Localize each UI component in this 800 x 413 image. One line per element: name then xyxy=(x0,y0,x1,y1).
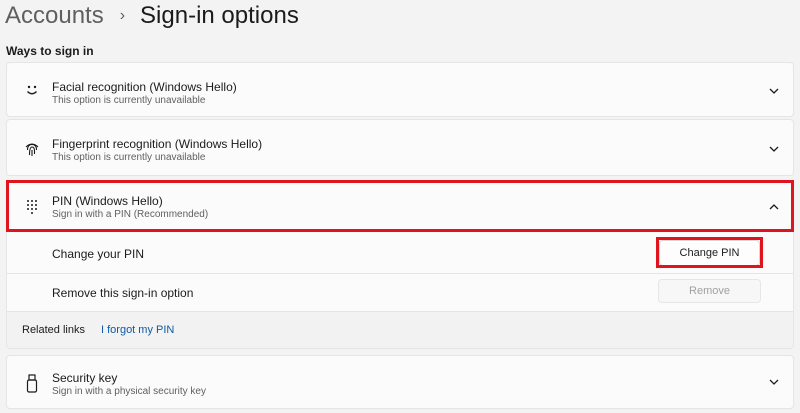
chevron-up-icon[interactable] xyxy=(767,200,781,214)
chevron-down-icon[interactable] xyxy=(767,84,781,98)
usb-key-icon xyxy=(21,373,43,395)
change-pin-label: Change your PIN xyxy=(52,247,145,261)
fingerprint-icon xyxy=(21,138,43,160)
method-subtitle: Sign in with a PIN (Recommended) xyxy=(52,209,209,220)
method-title: Security key xyxy=(52,371,118,385)
face-icon xyxy=(21,79,43,101)
remove-option-label: Remove this sign-in option xyxy=(52,286,194,300)
chevron-down-icon[interactable] xyxy=(767,142,781,156)
related-links-label: Related links xyxy=(22,324,85,336)
method-subtitle: This option is currently unavailable xyxy=(52,152,206,163)
method-subtitle: This option is currently unavailable xyxy=(52,95,206,106)
remove-button[interactable]: Remove xyxy=(658,279,761,303)
section-label-ways-to-sign-in: Ways to sign in xyxy=(6,44,94,58)
keypad-icon xyxy=(21,195,43,217)
chevron-down-icon[interactable] xyxy=(767,375,781,389)
method-title: PIN (Windows Hello) xyxy=(52,194,163,208)
breadcrumb: Accounts › Sign-in options xyxy=(5,0,299,32)
method-title: Fingerprint recognition (Windows Hello) xyxy=(52,137,263,151)
divider xyxy=(6,273,794,274)
forgot-pin-link[interactable]: I forgot my PIN xyxy=(101,324,174,336)
related-links-bar: Related links I forgot my PIN xyxy=(6,311,794,349)
method-subtitle: Sign in with a physical security key xyxy=(52,386,206,397)
sign-in-method-facial[interactable]: Facial recognition (Windows Hello) This … xyxy=(6,62,794,117)
sign-in-method-pin[interactable]: PIN (Windows Hello) Sign in with a PIN (… xyxy=(6,180,794,232)
sign-in-method-fingerprint[interactable]: Fingerprint recognition (Windows Hello) … xyxy=(6,119,794,176)
change-pin-button[interactable]: Change PIN xyxy=(659,240,760,266)
breadcrumb-accounts[interactable]: Accounts xyxy=(5,2,104,30)
page-title: Sign-in options xyxy=(140,2,299,29)
sign-in-method-security-key[interactable]: Security key Sign in with a physical sec… xyxy=(6,355,794,409)
breadcrumb-separator-icon: › xyxy=(119,7,126,24)
method-title: Facial recognition (Windows Hello) xyxy=(52,80,237,94)
